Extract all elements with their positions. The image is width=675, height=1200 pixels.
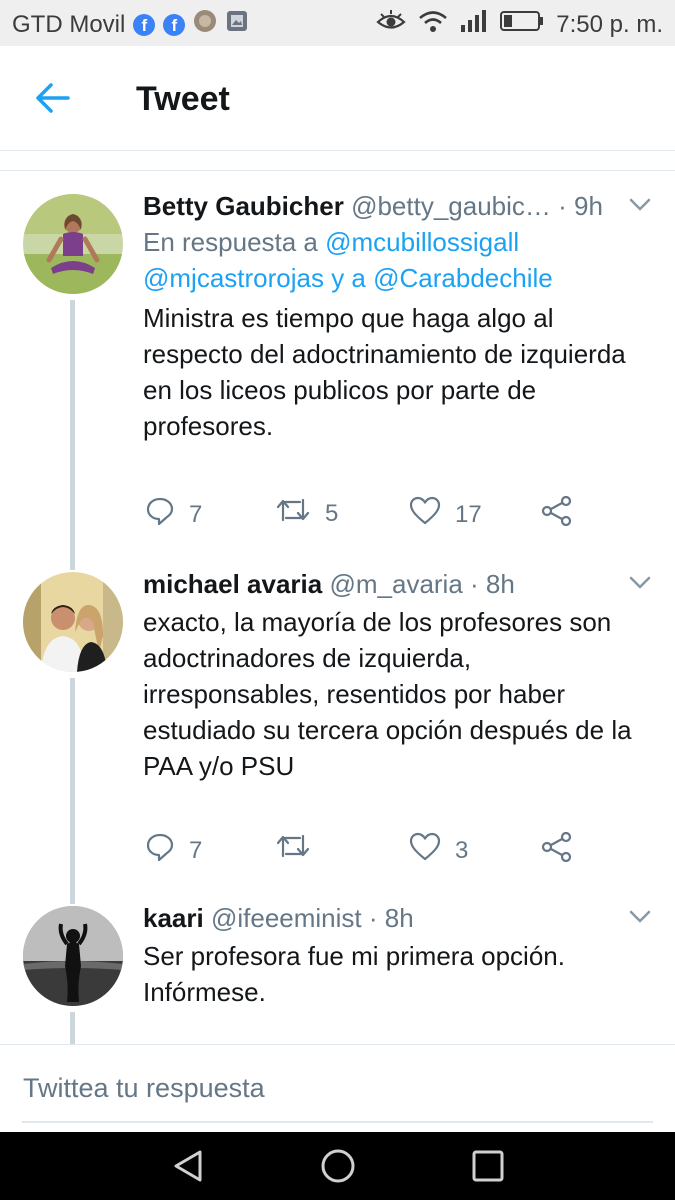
reply-count: 7 bbox=[189, 500, 203, 528]
tweet-header: michael avaria @m_avaria · 8h bbox=[143, 568, 651, 600]
like-count: 17 bbox=[455, 500, 482, 528]
reply-icon bbox=[145, 832, 175, 869]
app-notification-icon bbox=[193, 9, 217, 40]
retweet-button[interactable]: 5 bbox=[275, 496, 338, 531]
retweet-count: 5 bbox=[325, 499, 339, 527]
back-arrow-icon[interactable] bbox=[34, 80, 74, 116]
tweet[interactable]: Betty Gaubicher @betty_gaubic… · 9h En r… bbox=[0, 190, 675, 570]
chevron-down-icon[interactable] bbox=[629, 910, 651, 924]
reply-input[interactable]: Twittea tu respuesta bbox=[23, 1073, 265, 1104]
chevron-down-icon[interactable] bbox=[629, 198, 651, 212]
like-button[interactable]: 17 bbox=[409, 496, 482, 533]
battery-icon bbox=[500, 9, 544, 40]
divider bbox=[0, 170, 675, 171]
share-button[interactable] bbox=[541, 495, 573, 533]
status-bar: GTD Movil f f 7:50 p. m. bbox=[0, 0, 675, 46]
user-handle[interactable]: @m_avaria bbox=[329, 569, 462, 599]
tweet-actions: 7 5 17 bbox=[143, 495, 603, 533]
app-bar: Tweet bbox=[0, 46, 675, 151]
nav-recents-icon[interactable] bbox=[470, 1148, 506, 1184]
tweet-content: kaari @ifeeeminist · 8h Ser profesora fu… bbox=[143, 902, 651, 1010]
tweet-content: michael avaria @m_avaria · 8h exacto, la… bbox=[143, 568, 651, 784]
tweet-time: · 8h bbox=[470, 569, 515, 599]
reply-join: y a bbox=[323, 263, 374, 293]
chevron-down-icon[interactable] bbox=[629, 576, 651, 590]
clock: 7:50 p. m. bbox=[556, 10, 663, 38]
tweet-actions: 7 3 bbox=[143, 831, 603, 869]
reply-prefix: En respuesta a bbox=[143, 227, 326, 257]
retweet-icon bbox=[275, 496, 311, 531]
tweet-header: Betty Gaubicher @betty_gaubic… · 9h bbox=[143, 190, 651, 222]
user-handle[interactable]: @ifeeeminist bbox=[211, 903, 362, 933]
mention-link[interactable]: @Carabdechile bbox=[373, 263, 553, 293]
tweet-time: · 8h bbox=[368, 903, 414, 933]
gallery-icon bbox=[225, 9, 249, 40]
tweet-text: exacto, la mayoría de los profesores son… bbox=[143, 607, 632, 781]
facebook-icon: f bbox=[133, 13, 156, 36]
reply-button[interactable]: 7 bbox=[145, 832, 202, 869]
like-icon bbox=[409, 496, 441, 533]
signal-icon bbox=[460, 9, 488, 40]
tweet-text: Ministra es tiempo que haga algo al resp… bbox=[143, 303, 626, 441]
mention-link[interactable]: @mjcastrorojas bbox=[143, 263, 324, 293]
facebook-icon: f bbox=[163, 13, 186, 36]
like-icon bbox=[409, 832, 441, 869]
reply-count: 7 bbox=[189, 836, 203, 864]
like-button[interactable]: 3 bbox=[409, 832, 468, 869]
share-icon bbox=[541, 495, 573, 533]
like-count: 3 bbox=[455, 836, 469, 864]
carrier-label: GTD Movil bbox=[12, 10, 126, 38]
tweet-time: · 9h bbox=[558, 191, 603, 221]
retweet-button[interactable] bbox=[275, 832, 325, 867]
eye-comfort-icon bbox=[376, 9, 406, 40]
tweet[interactable]: kaari @ifeeeminist · 8h Ser profesora fu… bbox=[0, 902, 675, 1044]
reply-icon bbox=[145, 496, 175, 533]
mention-link[interactable]: @mcubillossigall bbox=[325, 227, 519, 257]
share-icon bbox=[541, 831, 573, 869]
thread-line bbox=[70, 300, 75, 570]
user-name[interactable]: michael avaria bbox=[143, 569, 322, 599]
nav-back-icon[interactable] bbox=[170, 1148, 206, 1184]
page-title: Tweet bbox=[136, 80, 230, 118]
reply-button[interactable]: 7 bbox=[145, 496, 202, 533]
nav-home-icon[interactable] bbox=[320, 1148, 356, 1184]
reply-underline bbox=[22, 1121, 653, 1123]
tweet[interactable]: michael avaria @m_avaria · 8h exacto, la… bbox=[0, 568, 675, 904]
avatar[interactable] bbox=[23, 194, 123, 294]
avatar[interactable] bbox=[23, 906, 123, 1006]
tweet-text: Ser profesora fue mi primera opción. Inf… bbox=[143, 941, 565, 1007]
reply-context: En respuesta a @mcubillossigall @mjcastr… bbox=[143, 224, 651, 296]
wifi-icon bbox=[418, 9, 448, 40]
retweet-icon bbox=[275, 832, 311, 867]
reply-composer: Twittea tu respuesta bbox=[0, 1044, 675, 1133]
tweet-header: kaari @ifeeeminist · 8h bbox=[143, 902, 651, 934]
user-handle[interactable]: @betty_gaubic… bbox=[351, 191, 551, 221]
user-name[interactable]: kaari bbox=[143, 903, 204, 933]
thread-line bbox=[70, 1012, 75, 1044]
system-nav-bar bbox=[0, 1132, 675, 1200]
avatar[interactable] bbox=[23, 572, 123, 672]
user-name[interactable]: Betty Gaubicher bbox=[143, 191, 344, 221]
thread-line bbox=[70, 678, 75, 904]
share-button[interactable] bbox=[541, 831, 573, 869]
tweet-content: Betty Gaubicher @betty_gaubic… · 9h En r… bbox=[143, 190, 651, 444]
